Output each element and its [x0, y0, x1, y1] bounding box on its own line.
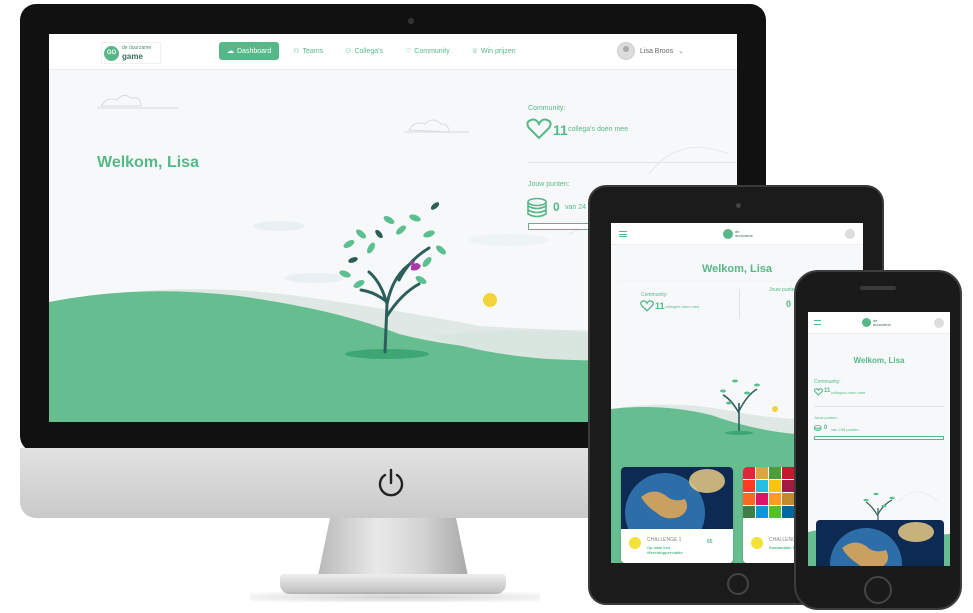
community-text: collega's doen mee	[831, 390, 866, 395]
logo-text-top: de duurzame	[122, 45, 152, 51]
challenge-card[interactable]: CHALLENGE 1 Op naar een Wereldoppervlakt…	[621, 467, 733, 563]
nav-label: Win prijzen	[480, 47, 516, 55]
phone-frame: de duurzame Welkom, Lisa Community: 11 c…	[794, 270, 962, 610]
main-nav: ☁ Dashboard ⚇ Teams ⚇ Collega's ♡ Commun…	[219, 42, 524, 60]
challenge-badge-icon	[751, 537, 763, 549]
hamburger-menu-icon[interactable]	[619, 231, 627, 237]
hamburger-menu-icon[interactable]	[814, 320, 821, 325]
power-icon	[378, 468, 404, 497]
coins-icon	[527, 197, 547, 218]
teams-icon: ⚇	[293, 48, 300, 55]
points-text: van 245 punten	[831, 427, 859, 432]
points-text: van 24	[565, 204, 587, 211]
imac-shadow	[250, 592, 540, 602]
home-button	[864, 576, 892, 604]
stats-divider	[528, 162, 737, 163]
community-count: 11	[824, 388, 831, 394]
points-label: Jouw punten:	[528, 181, 570, 188]
community-label: Community:	[641, 292, 668, 298]
phone-screen: de duurzame Welkom, Lisa Community: 11 c…	[808, 312, 950, 566]
logo-text: de duurzame	[873, 318, 891, 327]
chevron-down-icon: ⌄	[678, 48, 684, 55]
imac-stand	[318, 518, 468, 576]
cloud-icon: ☁	[227, 48, 234, 55]
camera-icon	[408, 18, 414, 24]
heart-icon: ♡	[405, 48, 412, 55]
heart-icon	[814, 388, 823, 396]
nav-label: Teams	[302, 47, 324, 55]
nav-community[interactable]: ♡ Community	[397, 42, 458, 60]
welcome-heading: Welkom, Lisa	[853, 356, 905, 365]
avatar	[617, 42, 635, 60]
challenge-badge-icon	[629, 537, 641, 549]
coins-icon	[814, 425, 822, 431]
earth-image	[816, 520, 944, 566]
phone-top-bar: de duurzame	[808, 312, 950, 334]
points-label: Jouw punten:	[814, 415, 838, 420]
welcome-heading: Welkom, Lisa	[97, 154, 199, 171]
logo-badge-icon[interactable]	[723, 229, 733, 239]
speaker-grille	[860, 286, 896, 290]
community-text: collega's doen mee	[568, 126, 629, 133]
imac-base	[280, 574, 506, 594]
nav-dashboard[interactable]: ☁ Dashboard	[219, 42, 280, 60]
colleagues-icon: ⚇	[345, 48, 352, 55]
points-value: 0	[786, 299, 792, 309]
heart-icon	[526, 118, 552, 140]
user-name: Lisa Broos	[640, 47, 674, 55]
top-navigation-bar: GO de duurzame game ☁ Dashboard ⚇ Teams …	[49, 34, 737, 70]
app-logo[interactable]: GO de duurzame game	[101, 42, 161, 64]
card-title: Op naar een Wereldoppervlakte	[647, 545, 683, 555]
heart-icon	[640, 300, 654, 312]
community-count: 11	[553, 122, 568, 138]
camera-icon	[736, 203, 741, 208]
nav-teams[interactable]: ⚇ Teams	[285, 42, 331, 60]
nav-label: Collega's	[354, 47, 384, 55]
nav-colleagues[interactable]: ⚇ Collega's	[337, 42, 391, 60]
card-label: CHALLENGE 1	[647, 537, 682, 543]
points-value: 0	[824, 425, 828, 431]
community-label: Community:	[528, 105, 566, 112]
points-value: 0	[553, 200, 560, 214]
user-menu[interactable]: Lisa Broos ⌄	[617, 42, 684, 60]
logo-badge-icon: GO	[104, 46, 119, 61]
nav-label: Dashboard	[237, 47, 272, 55]
community-label: Community:	[814, 379, 841, 385]
community-text: collega's doen mee	[665, 304, 700, 309]
avatar[interactable]	[934, 318, 944, 328]
nav-label: Community	[414, 47, 450, 55]
avatar[interactable]	[845, 229, 855, 239]
home-button	[727, 573, 749, 595]
points-progress-bar	[814, 436, 944, 440]
logo-text: de duurzame	[735, 229, 753, 238]
logo-text-bottom: game	[122, 52, 143, 61]
stats-divider	[814, 406, 944, 407]
nav-win-prizes[interactable]: ♕ Win prijzen	[464, 42, 524, 60]
tablet-top-bar: de duurzame	[611, 223, 863, 245]
stats-divider	[739, 289, 740, 319]
trophy-icon: ♕	[471, 48, 478, 55]
earth-image	[621, 467, 733, 553]
challenge-card[interactable]	[816, 520, 944, 566]
card-number: 65	[707, 539, 713, 545]
community-count: 11	[655, 301, 665, 311]
device-mockup-stage: GO de duurzame game ☁ Dashboard ⚇ Teams …	[0, 0, 973, 613]
logo-badge-icon[interactable]	[862, 318, 871, 327]
